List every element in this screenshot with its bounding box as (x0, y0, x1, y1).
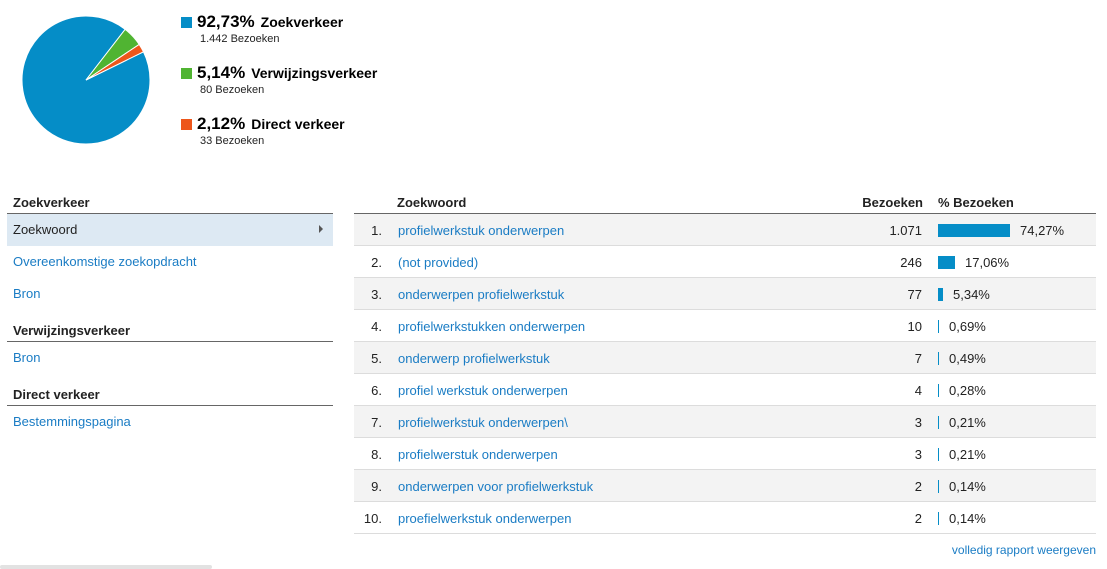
legend-swatch-search (181, 16, 192, 28)
horizontal-scrollbar[interactable] (0, 565, 212, 569)
nav-item-matched-query[interactable]: Overeenkomstige zoekopdracht (7, 246, 333, 278)
legend-label: Direct verkeer (251, 116, 345, 132)
nav-item-source[interactable]: Bron (7, 278, 333, 310)
keywords-table: Zoekwoord Bezoeken % Bezoeken 1. profielw… (354, 192, 1096, 534)
row-percent-bar (938, 288, 943, 301)
legend-label: Verwijzingsverkeer (251, 65, 378, 81)
nav-item-keyword[interactable]: Zoekwoord (7, 214, 333, 246)
row-percent: 0,28% (949, 383, 986, 398)
table-row: 1. profielwerkstuk onderwerpen 1.071 74,27% (354, 214, 1096, 246)
nav-item-label: Zoekwoord (13, 222, 78, 237)
row-visits: 2 (914, 479, 922, 494)
table-header: Zoekwoord Bezoeken % Bezoeken (354, 192, 1096, 214)
row-visits: 3 (914, 415, 922, 430)
nav-header-referral: Verwijzingsverkeer (7, 320, 333, 342)
table-body: 1. profielwerkstuk onderwerpen 1.071 74,27%… (354, 214, 1096, 534)
table-row: 9. onderwerpen voor profielwerkstuk 2 0,14% (354, 470, 1096, 502)
row-keyword-link[interactable]: profielwerkstuk onderwerpen (398, 223, 564, 238)
row-keyword-link[interactable]: proefielwerkstuk onderwerpen (398, 511, 571, 526)
row-visits: 77 (907, 287, 922, 302)
column-header-percent-visits[interactable]: % Bezoeken (938, 195, 1014, 210)
row-rank: 2. (371, 255, 382, 270)
column-header-visits[interactable]: Bezoeken (862, 195, 923, 210)
row-percent: 5,34% (953, 287, 990, 302)
row-percent: 0,69% (949, 319, 986, 334)
nav-section-direct: Direct verkeer Bestemmingspagina (7, 384, 333, 438)
table-row: 3. onderwerpen profielwerkstuk 77 5,34% (354, 278, 1096, 310)
traffic-sources-pie-chart (21, 15, 151, 145)
table-row: 2. (not provided) 246 17,06% (354, 246, 1096, 278)
table-row: 8. profielwerstuk onderwerpen 3 0,21% (354, 438, 1096, 470)
table-row: 7. profielwerkstuk onderwerpen\ 3 0,21% (354, 406, 1096, 438)
row-percent-bar (938, 384, 939, 397)
row-percent: 0,21% (949, 415, 986, 430)
legend-visits: 1.442 Bezoeken (200, 33, 280, 45)
row-visits: 7 (914, 351, 922, 366)
column-header-keyword[interactable]: Zoekwoord (397, 195, 466, 210)
row-visits: 10 (907, 319, 922, 334)
row-visits: 4 (914, 383, 922, 398)
row-percent-bar (938, 416, 939, 429)
row-percent-bar (938, 352, 939, 365)
nav-item-landing-page[interactable]: Bestemmingspagina (7, 406, 333, 438)
row-rank: 3. (371, 287, 382, 302)
table-row: 10. proefielwerkstuk onderwerpen 2 0,14% (354, 502, 1096, 534)
legend-visits: 80 Bezoeken (200, 84, 265, 96)
nav-item-referral-source[interactable]: Bron (7, 342, 333, 374)
row-visits: 1.071 (889, 223, 922, 238)
row-keyword-link[interactable]: profielwerkstuk onderwerpen\ (398, 415, 568, 430)
nav-section-search: Zoekverkeer Zoekwoord Overeenkomstige zo… (7, 192, 333, 310)
chevron-right-icon (319, 225, 323, 233)
row-rank: 5. (371, 351, 382, 366)
row-percent-bar (938, 448, 939, 461)
legend-visits: 33 Bezoeken (200, 135, 265, 147)
row-visits: 3 (914, 447, 922, 462)
nav-header-search: Zoekverkeer (7, 192, 333, 214)
table-row: 4. profielwerkstukken onderwerpen 10 0,69% (354, 310, 1096, 342)
row-keyword-link[interactable]: profiel werkstuk onderwerpen (398, 383, 568, 398)
row-keyword-link[interactable]: (not provided) (398, 255, 478, 270)
row-rank: 1. (371, 223, 382, 238)
row-percent: 0,14% (949, 479, 986, 494)
row-keyword-link[interactable]: profielwerstuk onderwerpen (398, 447, 558, 462)
row-visits: 2 (914, 511, 922, 526)
row-percent-bar (938, 320, 939, 333)
row-rank: 7. (371, 415, 382, 430)
row-percent: 74,27% (1020, 223, 1065, 238)
row-rank: 6. (371, 383, 382, 398)
legend-percent: 2,12% (197, 114, 246, 133)
legend-item-direct: 2,12% Direct verkeer 33 Bezoeken (181, 114, 345, 147)
row-percent: 0,21% (949, 447, 986, 462)
row-keyword-link[interactable]: onderwerpen profielwerkstuk (398, 287, 564, 302)
row-percent-bar (938, 256, 955, 269)
row-percent: 0,49% (949, 351, 986, 366)
legend-swatch-direct (181, 118, 192, 130)
row-rank: 4. (371, 319, 382, 334)
row-keyword-link[interactable]: onderwerpen voor profielwerkstuk (398, 479, 593, 494)
row-percent-bar (938, 224, 1010, 237)
legend-swatch-referral (181, 67, 192, 79)
table-row: 5. onderwerp profielwerkstuk 7 0,49% (354, 342, 1096, 374)
row-rank: 8. (371, 447, 382, 462)
nav-section-referral: Verwijzingsverkeer Bron (7, 320, 333, 374)
nav-header-direct: Direct verkeer (7, 384, 333, 406)
full-report-link[interactable]: volledig rapport weergeven (952, 543, 1096, 557)
row-visits: 246 (900, 255, 922, 270)
legend-label: Zoekverkeer (260, 14, 344, 30)
table-row: 6. profiel werkstuk onderwerpen 4 0,28% (354, 374, 1096, 406)
row-keyword-link[interactable]: profielwerkstukken onderwerpen (398, 319, 585, 334)
row-percent: 0,14% (949, 511, 986, 526)
row-percent-bar (938, 512, 939, 525)
legend-percent: 92,73% (197, 12, 255, 31)
legend-item-search: 92,73% Zoekverkeer 1.442 Bezoeken (181, 12, 343, 45)
legend-percent: 5,14% (197, 63, 246, 82)
row-keyword-link[interactable]: onderwerp profielwerkstuk (398, 351, 550, 366)
row-percent-bar (938, 480, 939, 493)
row-rank: 10. (363, 511, 382, 526)
row-percent: 17,06% (965, 255, 1010, 270)
legend-item-referral: 5,14% Verwijzingsverkeer 80 Bezoeken (181, 63, 377, 96)
row-rank: 9. (371, 479, 382, 494)
